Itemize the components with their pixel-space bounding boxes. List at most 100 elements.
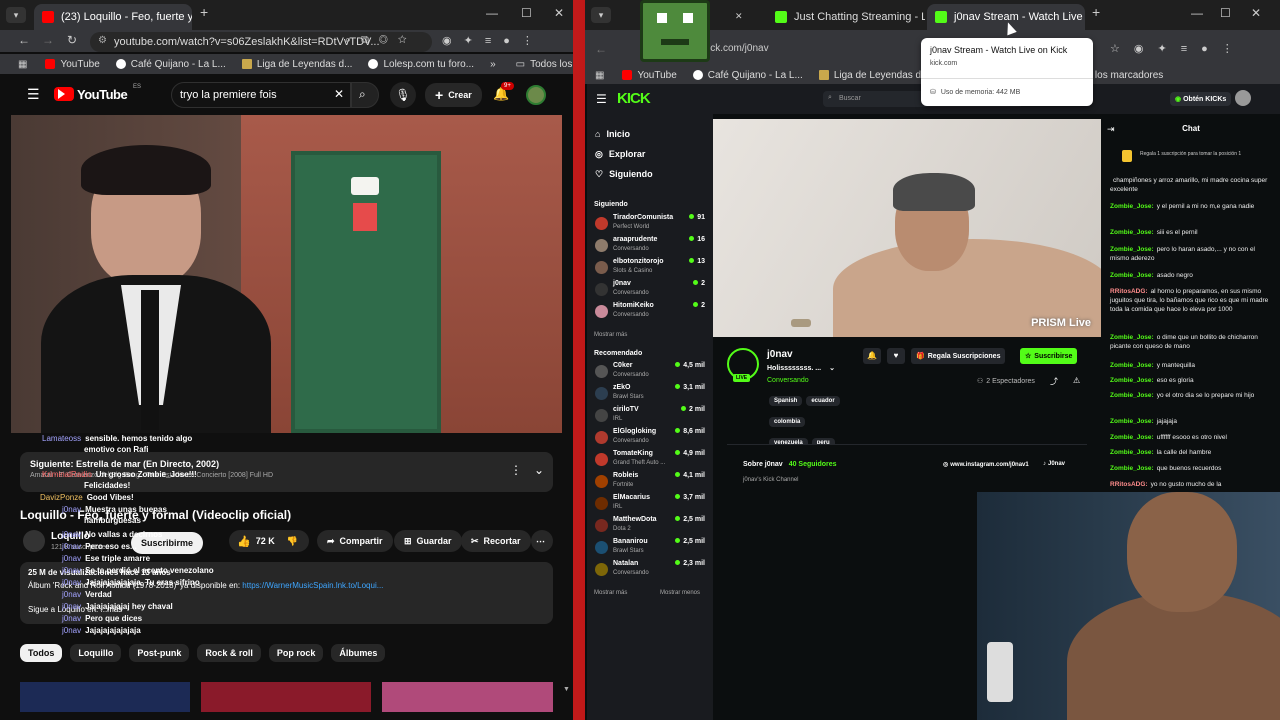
streamer-name[interactable]: j0nav [767, 349, 793, 360]
expand-title-icon[interactable]: ⌄ [829, 365, 835, 372]
extension-icon[interactable]: ◉ [1134, 43, 1158, 55]
gift-subs-button[interactable]: 🎁 Regala Suscripciones [911, 348, 1006, 364]
chat-username[interactable]: Zombie_Jose: [1110, 465, 1154, 472]
follow-heart-icon[interactable]: ♥ [887, 348, 905, 364]
chat-username[interactable]: RRitosADG: [1110, 481, 1148, 488]
media-icon[interactable]: ≡ [485, 35, 503, 47]
bookmark-cafe[interactable]: Café Quijano - La L... [115, 59, 226, 70]
chat-username[interactable]: Zombie_Jose: [1110, 392, 1154, 399]
search-page-icon[interactable]: ⌕ [345, 34, 361, 46]
clear-search-icon[interactable]: ✕ [334, 87, 344, 101]
extensions-puzzle-icon[interactable]: ✦ [464, 35, 485, 47]
extensions-puzzle-icon[interactable]: ✦ [1157, 43, 1180, 55]
all-bookmarks[interactable]: ▭ Todos los marcadores [516, 59, 573, 70]
chat-username[interactable]: Zombie_Jose: [1110, 362, 1154, 369]
scrollbar-down-icon[interactable]: ▼ [563, 686, 570, 693]
tag-colombia[interactable]: colombia [769, 417, 806, 427]
close-window-icon[interactable]: ✕ [554, 6, 564, 20]
kick-video-player[interactable]: PRISM Live [713, 119, 1101, 337]
chip-rock-roll[interactable]: Rock & roll [197, 644, 261, 662]
thumbnail-1[interactable] [20, 682, 190, 712]
new-tab-icon[interactable]: + [1092, 4, 1100, 20]
chat-username[interactable]: Zombie_Jose: [1110, 434, 1154, 441]
channel-row[interactable]: C0ker Conversando 4,5 mil [593, 362, 709, 382]
tab-just-chatting[interactable]: Just Chatting Streaming - Live S ✕ [767, 4, 925, 30]
bookmark-liga[interactable]: Liga de Leyendas d... [818, 70, 929, 81]
menu-dots-icon[interactable]: ⋮ [522, 35, 545, 47]
more-bookmarks-icon[interactable]: » [490, 59, 496, 70]
extension-icon[interactable]: ◉ [442, 35, 464, 47]
channel-row[interactable]: TiradorComunista Perfect World 91 [593, 214, 709, 234]
channel-row[interactable]: Robleis Fortnite 4,1 mil [593, 472, 709, 492]
channel-row[interactable]: Natalan Conversando 2,3 mil [593, 560, 709, 580]
share-icon[interactable]: ⤴ [1050, 376, 1058, 387]
like-icon[interactable]: 👍 [237, 535, 251, 548]
thumbnail-3[interactable] [382, 682, 553, 712]
kick-menu-icon[interactable]: ☰ [596, 92, 607, 106]
channel-row[interactable]: HitomiKeiko Conversando 2 [593, 302, 709, 322]
chip-loquillo[interactable]: Loquillo [70, 644, 122, 662]
bookmark-star-icon[interactable]: ☆ [1110, 43, 1134, 55]
maximize-icon[interactable]: ☐ [521, 6, 532, 20]
hamburger-menu-icon[interactable]: ☰ [27, 86, 40, 103]
get-kicks-button[interactable]: ◉ Obtén KICKs [1170, 92, 1232, 106]
voice-search-icon[interactable]: 🎙 [390, 82, 416, 108]
profile-avatar-icon[interactable]: ● [1201, 43, 1222, 55]
user-avatar[interactable] [526, 85, 546, 105]
clip-button[interactable]: ✂ Recortar [461, 530, 531, 552]
tiktok-link[interactable]: ♪ J0nav [1043, 461, 1065, 467]
back-icon[interactable]: ← [595, 42, 607, 56]
share-button[interactable]: ➦ Compartir [317, 530, 393, 552]
create-button[interactable]: + Crear [425, 83, 482, 107]
nav-explorar[interactable]: ◎ Explorar [595, 149, 645, 160]
kick-user-avatar[interactable] [1235, 90, 1251, 106]
save-button[interactable]: ⊞ Guardar [394, 530, 462, 552]
profile-avatar-icon[interactable]: ● [503, 35, 522, 47]
bookmark-star-icon[interactable]: ☆ [398, 34, 417, 46]
subscribe-button[interactable]: ☆ Suscribirse [1020, 348, 1078, 364]
thumbnail-2[interactable] [201, 682, 371, 712]
back-icon[interactable]: ← [18, 33, 30, 47]
bookmark-lolesp[interactable]: Lolesp.com tu foro... [368, 59, 474, 70]
instagram-link[interactable]: ◎ www.instagram.com/j0nav1 [943, 461, 1029, 468]
chat-username[interactable]: RRitosADG: [1110, 288, 1148, 295]
chip-todos[interactable]: Todos [20, 644, 63, 662]
tab-search-icon[interactable]: ▾ [6, 7, 26, 23]
reload-icon[interactable]: ↻ [67, 33, 77, 47]
bookmark-youtube[interactable]: YouTube [45, 59, 100, 70]
report-icon[interactable]: ⚠ [1073, 376, 1080, 385]
site-info-icon[interactable]: ⚙ [98, 35, 107, 46]
apps-grid-icon[interactable]: ▦ [18, 59, 27, 70]
chat-username[interactable]: Zombie_Jose: [1110, 418, 1154, 425]
search-button[interactable]: ⌕ [351, 82, 379, 108]
more-actions-icon[interactable]: ⋯ [531, 530, 553, 552]
chat-username[interactable]: Zombie_Jose: [1110, 449, 1154, 456]
new-tab-icon[interactable]: + [200, 4, 208, 20]
chip-post-punk[interactable]: Post-punk [129, 644, 190, 662]
channel-row[interactable]: araaprudente Conversando 16 [593, 236, 709, 256]
channel-row[interactable]: zEkO Brawl Stars 3,1 mil [593, 384, 709, 404]
show-less-recommended[interactable]: Mostrar menos [660, 590, 700, 596]
show-more-following[interactable]: Mostrar más [594, 332, 627, 338]
show-more-recommended[interactable]: Mostrar más [594, 590, 627, 596]
maximize-icon[interactable]: ☐ [1220, 6, 1231, 20]
bookmark-youtube[interactable]: YouTube [622, 70, 677, 81]
chip-pop-rock[interactable]: Pop rock [268, 644, 324, 662]
channel-row[interactable]: TomateKing Grand Theft Auto ... 4,9 mil [593, 450, 709, 470]
bookmark-cafe[interactable]: Café Quijano - La L... [692, 70, 803, 81]
channel-avatar[interactable] [23, 530, 45, 552]
nav-inicio[interactable]: ⌂ Inicio [595, 129, 630, 139]
apps-grid-icon[interactable]: ▦ [595, 70, 604, 81]
channel-row[interactable]: ElMacarius IRL 3,7 mil [593, 494, 709, 514]
dislike-icon[interactable]: 👎 [287, 536, 298, 547]
chat-username[interactable]: Zombie_Jose: [1110, 334, 1154, 341]
channel-row[interactable]: MatthewDota Dota 2 2,5 mil [593, 516, 709, 536]
forward-icon[interactable]: → [42, 33, 54, 47]
minimize-icon[interactable]: — [486, 6, 498, 20]
tag-spanish[interactable]: Spanish [769, 396, 803, 406]
stream-category[interactable]: Conversando [767, 377, 809, 384]
nav-siguiendo[interactable]: ♡ Siguiendo [595, 169, 653, 180]
youtube-video-player[interactable] [11, 115, 562, 433]
close-tab-icon[interactable]: ✕ [735, 11, 743, 22]
minimize-icon[interactable]: — [1191, 6, 1203, 20]
